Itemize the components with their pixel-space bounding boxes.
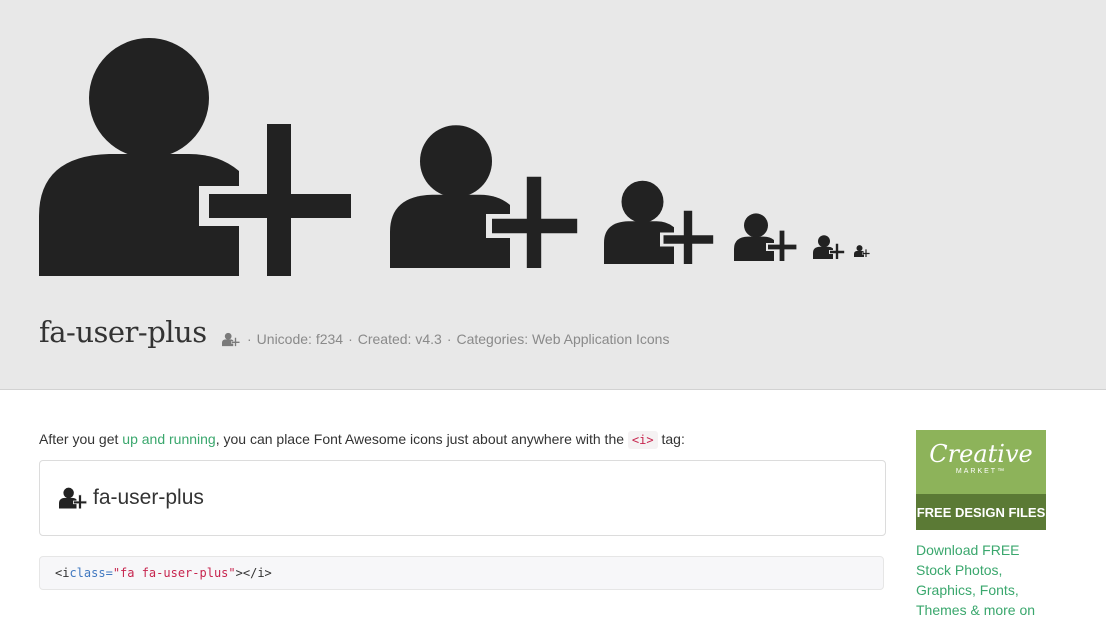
page-title: fa-user-plus: [39, 315, 207, 349]
categories-label: Categories:: [456, 331, 529, 347]
unicode-label: Unicode:: [256, 331, 312, 347]
ad-link-text[interactable]: Download FREE Stock Photos, Graphics, Fo…: [916, 540, 1056, 620]
user-plus-icon-lg: [390, 124, 582, 268]
user-plus-icon-md: [604, 180, 716, 264]
user-plus-icon-xxs: [854, 245, 870, 257]
user-plus-icon-xl: [39, 36, 359, 276]
created-value: v4.3: [415, 331, 442, 347]
ad-brand: Creative: [929, 440, 1033, 468]
icon-meta: · Unicode: f234 · Created: v4.3 · Catego…: [222, 331, 669, 347]
meta-separator: ·: [247, 331, 252, 347]
meta-separator: ·: [348, 331, 353, 347]
code-snippet[interactable]: <i class= "fa fa-user-plus" ></i>: [39, 556, 884, 590]
inline-code-i-tag: <i>: [627, 431, 658, 449]
icon-example-box: fa-user-plus: [39, 460, 886, 536]
up-and-running-link[interactable]: up and running: [122, 431, 215, 447]
creative-market-ad[interactable]: Creative MARKET™ FREE DESIGN FILES: [916, 430, 1046, 530]
ad-brand-sub: MARKET™: [955, 468, 1007, 475]
user-plus-icon-xs: [813, 235, 845, 259]
icon-hero: fa-user-plus · Unicode: f234 · Created: …: [0, 0, 1106, 390]
ad-banner: FREE DESIGN FILES: [916, 494, 1046, 530]
user-plus-icon-sm: [734, 213, 798, 261]
example-label: fa-user-plus: [93, 486, 204, 509]
ad-logo: Creative MARKET™: [916, 430, 1046, 494]
user-plus-icon: [59, 487, 87, 509]
meta-separator: ·: [446, 331, 452, 347]
intro-text: After you get up and running, you can pl…: [39, 431, 685, 449]
categories-value: Web Application Icons: [531, 331, 670, 347]
unicode-value: f234: [315, 331, 344, 347]
user-plus-icon: [222, 332, 240, 347]
created-label: Created:: [357, 331, 412, 347]
